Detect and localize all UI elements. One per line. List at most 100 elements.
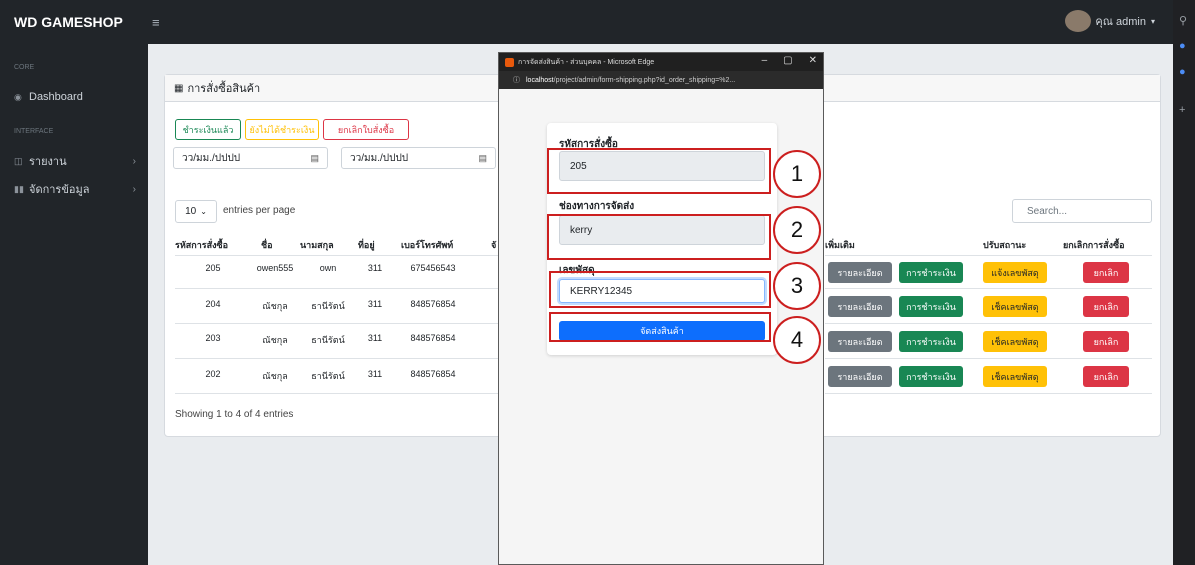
sidebar-item-dashboard[interactable]: ◉ Dashboard [0,86,148,108]
status-button[interactable]: เช็คเลขพัสดุ [983,331,1047,352]
info-icon[interactable]: ⓘ [513,75,520,85]
window-titlebar[interactable]: การจัดส่งสินค้า - ส่วนบุคคล - Microsoft … [499,53,823,71]
status-button[interactable]: เช็คเลขพัสดุ [983,366,1047,387]
book-icon: ▮▮ [14,183,24,194]
cancel-order-button[interactable]: ยกเลิก [1083,296,1129,317]
divider [175,358,501,359]
copilot-icon[interactable]: ● [1179,40,1186,52]
sidebar-item-reports[interactable]: ◫ รายงาน › [0,150,148,172]
cell-address: 311 [367,369,383,379]
column-header-first-name[interactable]: ชื่อ [261,238,273,252]
minimize-icon[interactable]: – [762,55,768,66]
user-name: คุณ admin [1095,16,1146,28]
url-path: /project/admin/form-shipping.php?id_orde… [553,76,736,84]
cell-first-name: ณัชกุล [262,371,288,381]
column-header-shipping[interactable]: จั [491,238,496,252]
entries-value: 10 [185,206,197,217]
sidebar-toggle-icon[interactable]: ≡ [152,15,160,30]
cancel-order-button[interactable]: ยกเลิก [1083,262,1129,283]
filter-cancelled-button[interactable]: ยกเลิกใบสั่งซื้อ [323,119,409,140]
divider [175,323,501,324]
divider [825,393,1152,394]
column-header-more[interactable]: เพิ่มเติม [825,238,855,252]
avatar [1065,10,1092,32]
cell-phone: 848576854 [410,369,456,379]
divider [825,323,1152,324]
sidebar-heading-interface: INTERFACE [14,128,54,135]
callout-box-4 [549,312,771,342]
cell-first-name: owen555 [256,263,294,273]
cell-order-id: 204 [205,299,221,309]
detail-button[interactable]: รายละเอียด [828,296,892,317]
column-header-address[interactable]: ที่อยู่ [358,238,375,252]
address-bar[interactable]: ⓘ localhost /project/admin/form-shipping… [499,71,823,89]
cell-last-name: ธานีรัตน์ [311,335,345,345]
window-controls: – ▢ ✕ [762,55,817,66]
extension-icon[interactable]: ● [1179,66,1186,78]
columns-icon: ◫ [14,155,23,166]
cell-first-name: ณัชกุล [262,301,288,311]
table-icon: ▦ [174,82,184,94]
chevron-down-icon: ⌄ [200,207,207,216]
cancel-order-button[interactable]: ยกเลิก [1083,366,1129,387]
detail-button[interactable]: รายละเอียด [828,262,892,283]
status-button[interactable]: แจ้งเลขพัสดุ [983,262,1047,283]
maximize-icon[interactable]: ▢ [783,55,792,66]
cell-address: 311 [367,333,383,343]
payment-button[interactable]: การชำระเงิน [899,331,963,352]
cell-order-id: 203 [205,333,221,343]
payment-button[interactable]: การชำระเงิน [899,296,963,317]
url-host: localhost [526,76,554,84]
cancel-order-button[interactable]: ยกเลิก [1083,331,1129,352]
date-from-input[interactable]: วว/มม./ปปปป ▤ [173,147,328,169]
divider [175,288,501,289]
date-to-placeholder: วว/มม./ปปปป [350,152,409,164]
sidebar-heading-core: CORE [14,64,35,71]
column-header-last-name[interactable]: นามสกุล [300,238,334,252]
browser-side-panel: ⚲ ● ● + [1173,0,1195,565]
search-icon[interactable]: ⚲ [1179,14,1187,27]
callout-number-2: 2 [773,206,821,254]
chevron-down-icon: ▾ [1150,16,1155,26]
chevron-right-icon: › [132,155,136,167]
cell-address: 311 [367,299,383,309]
cell-phone: 675456543 [410,263,456,273]
cell-phone: 848576854 [410,299,456,309]
callout-box-3 [549,271,771,308]
sidebar-item-label: รายงาน [29,156,67,168]
column-header-cancel[interactable]: ยกเลิกการสั่งซื้อ [1063,238,1125,252]
user-menu[interactable]: คุณ admin ▾ [1065,10,1155,32]
sidebar-item-manage-data[interactable]: ▮▮ จัดการข้อมูล › [0,178,148,200]
calendar-icon[interactable]: ▤ [310,153,319,164]
chevron-right-icon: › [132,183,136,195]
detail-button[interactable]: รายละเอียด [828,331,892,352]
dashboard-icon: ◉ [14,91,22,102]
search-input[interactable]: Search... [1012,199,1152,223]
column-header-status[interactable]: ปรับสถานะ [983,238,1026,252]
app-icon [505,57,514,67]
sidebar-item-label: Dashboard [29,91,83,103]
cell-phone: 848576854 [410,333,456,343]
cell-address: 311 [367,263,383,273]
cell-order-id: 202 [205,369,221,379]
brand-logo[interactable]: WD GAMESHOP [0,14,148,30]
cell-last-name: own [319,263,337,273]
cell-last-name: ธานีรัตน์ [311,301,345,311]
filter-unpaid-button[interactable]: ยังไม่ได้ชำระเงิน [245,119,319,140]
window-title: การจัดส่งสินค้า - ส่วนบุคคล - Microsoft … [518,58,655,66]
add-icon[interactable]: + [1179,104,1185,116]
filter-paid-button[interactable]: ชำระเงินแล้ว [175,119,241,140]
payment-button[interactable]: การชำระเงิน [899,366,963,387]
detail-button[interactable]: รายละเอียด [828,366,892,387]
column-header-phone[interactable]: เบอร์โทรศัพท์ [401,238,453,252]
top-navbar: WD GAMESHOP ≡ คุณ admin ▾ [0,0,1173,44]
calendar-icon[interactable]: ▤ [478,153,487,164]
entries-per-page-select[interactable]: 10 ⌄ [175,200,217,223]
shipping-channel-label: ช่องทางการจัดส่ง [559,201,635,212]
status-button[interactable]: เช็คเลขพัสดุ [983,296,1047,317]
column-header-order-id[interactable]: รหัสการสั่งซื้อ [175,238,228,252]
payment-button[interactable]: การชำระเงิน [899,262,963,283]
close-icon[interactable]: ✕ [809,55,817,66]
entries-per-page-label: entries per page [223,205,296,216]
date-to-input[interactable]: วว/มม./ปปปป ▤ [341,147,496,169]
